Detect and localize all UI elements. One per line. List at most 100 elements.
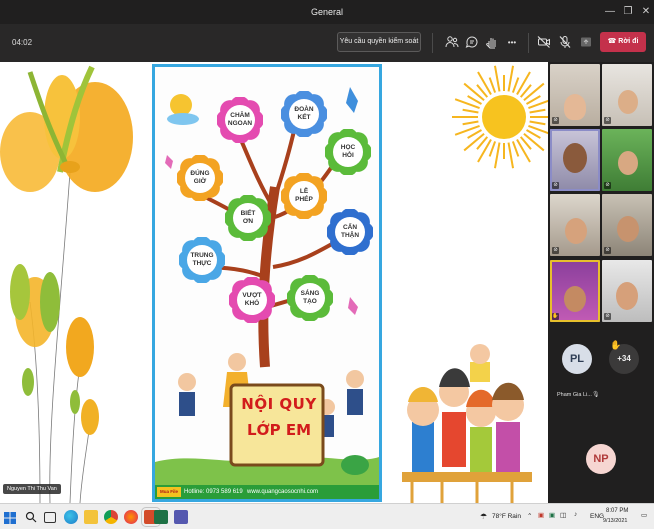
more-actions-button[interactable]: ••• (504, 34, 520, 50)
participant-avatar[interactable]: PL (562, 344, 592, 374)
chevron-up-icon[interactable]: ⌃ (527, 512, 532, 520)
participant-video-tile[interactable]: ⊘ (602, 129, 652, 191)
toolbar-divider (528, 33, 529, 53)
rule-flower: HỌC HỎI (324, 128, 372, 176)
restore-button[interactable]: ❐ (620, 4, 636, 20)
flower-text: ĐÚNG GIỜ (177, 170, 223, 186)
weather-status[interactable]: 78°F Rain (492, 513, 521, 520)
rule-flower: VƯỢT KHÓ (228, 276, 276, 324)
sun-ray (516, 139, 531, 163)
teams-icon[interactable] (174, 510, 188, 524)
sun-ray (511, 77, 520, 93)
participant-video-tile[interactable]: ⊘ (602, 194, 652, 256)
participant-face (564, 286, 586, 312)
participants-button[interactable] (444, 34, 460, 50)
sun-ray (511, 141, 520, 157)
rule-flower: ĐÚNG GIỜ (176, 154, 224, 202)
clock-time[interactable]: 8:07 PM (606, 508, 628, 514)
file-explorer-icon[interactable] (84, 510, 98, 524)
sun-ray (507, 142, 515, 169)
flower-text: TRUNG THỰC (179, 252, 225, 268)
mic-muted-icon: ⊘ (604, 247, 611, 254)
request-control-button[interactable]: Yêu cầu quyền kiểm soát (337, 32, 421, 52)
windows-taskbar: ☂ 78°F Rain ⌃ ▣ ▣ ◫ ♪ ENG 8:07 PM 9/13/2… (0, 503, 654, 529)
flower-text: BIẾT ƠN (225, 210, 271, 226)
flower-text-line2: PHÉP (295, 196, 313, 203)
sun-ray (493, 142, 501, 169)
sun-ray (488, 141, 497, 157)
mic-muted-icon: ⊘ (604, 313, 611, 320)
poster-title-line2: LỚP EM (246, 421, 312, 439)
antivirus-icon[interactable]: ▣ (538, 511, 544, 519)
flower-text-line2: TẠO (303, 298, 317, 305)
participant-video-tile[interactable]: ⊘ (602, 260, 652, 322)
chrome-icon[interactable] (104, 510, 118, 524)
edge-browser-icon[interactable] (64, 510, 78, 524)
self-avatar[interactable]: NP (586, 444, 616, 474)
flower-text-line2: HỎI (342, 152, 354, 159)
flower-text-line1: CHĂM (230, 112, 250, 119)
firefox-icon[interactable] (124, 510, 138, 524)
flower-text-line2: ƠN (242, 218, 254, 225)
participant-face (564, 94, 586, 120)
mic-icon: 🎙 (592, 392, 600, 398)
participant-video-tile[interactable]: ⊘ (550, 129, 600, 191)
decorative-sun-and-kids (402, 65, 548, 503)
start-button[interactable] (4, 511, 16, 524)
website-text: www.quangcaosocnhi.com (247, 489, 319, 495)
excel-icon[interactable] (154, 510, 168, 524)
phone-hangup-icon: ☎ (607, 38, 617, 45)
sun-ray (523, 132, 545, 152)
leave-meeting-button[interactable]: ☎ Rời đi (600, 32, 646, 52)
language-indicator[interactable]: ENG (590, 513, 604, 520)
rule-flower: TRUNG THỰC (178, 236, 226, 284)
search-icon (25, 511, 37, 523)
sun-ray (462, 120, 479, 126)
camera-off-icon (537, 36, 550, 48)
rule-flower: ĐOÀN KẾT (280, 90, 328, 138)
teams-meeting-window: General — ❐ ✕ 04:02 Yêu cầu quyền kiểm s… (0, 0, 654, 529)
task-view-icon[interactable] (44, 512, 56, 523)
reactions-button[interactable] (484, 34, 500, 50)
chat-button[interactable] (464, 34, 480, 50)
flower-text: VƯỢT KHÓ (229, 292, 275, 308)
network-icon[interactable]: ◫ (560, 511, 566, 519)
flower-text-line1: LỄ (299, 188, 309, 195)
flower-text-line1: TRUNG (190, 252, 214, 259)
participant-video-tile[interactable]: ✋ (550, 260, 600, 322)
mic-muted-icon: ⊘ (552, 247, 559, 254)
flower-text-line1: CẨN (342, 224, 358, 231)
poster-hotline-bar: Mua File Hotline: 0973 589 619 www.quang… (155, 485, 379, 499)
flower-text-line1: ĐÚNG (190, 170, 210, 177)
participant-video-tile[interactable]: ⊘ (550, 64, 600, 126)
presenter-name-label: Nguyen Thi Thu Van (3, 484, 61, 494)
camera-toggle-button[interactable] (536, 34, 552, 50)
volume-icon[interactable]: ♪ (574, 511, 577, 518)
meeting-timer: 04:02 (12, 38, 33, 47)
search-button[interactable] (24, 510, 38, 524)
flower-text-line2: KẾT (297, 114, 311, 121)
tray-app-icon[interactable]: ▣ (549, 511, 555, 519)
flower-text: ĐOÀN KẾT (281, 106, 327, 122)
clock-date[interactable]: 9/13/2021 (603, 518, 627, 524)
flower-text: CẨN THẬN (327, 224, 373, 240)
mic-muted-icon: ⊘ (604, 117, 611, 124)
participant-video-tile[interactable]: ⊘ (550, 194, 600, 256)
notifications-icon[interactable]: ▭ (641, 511, 647, 519)
title-bar: General — ❐ ✕ (0, 0, 654, 24)
flower-text: LỄ PHÉP (281, 188, 327, 204)
participant-video-tile[interactable]: ⊘ (602, 64, 652, 126)
mic-toggle-button[interactable] (557, 34, 573, 50)
sun-ray (488, 77, 497, 93)
participant-face (618, 151, 638, 175)
sun-ray (462, 108, 479, 114)
close-window-button[interactable]: ✕ (638, 4, 654, 20)
flower-text-line2: THẬN (340, 232, 360, 239)
minimize-button[interactable]: — (602, 4, 618, 20)
mic-off-icon (559, 36, 571, 48)
flower-text-line1: SÁNG (300, 290, 320, 297)
raised-hand-icon: ✋ (552, 313, 559, 320)
chat-icon (465, 36, 478, 48)
sun-ray (463, 132, 485, 152)
share-screen-button[interactable] (578, 34, 594, 50)
